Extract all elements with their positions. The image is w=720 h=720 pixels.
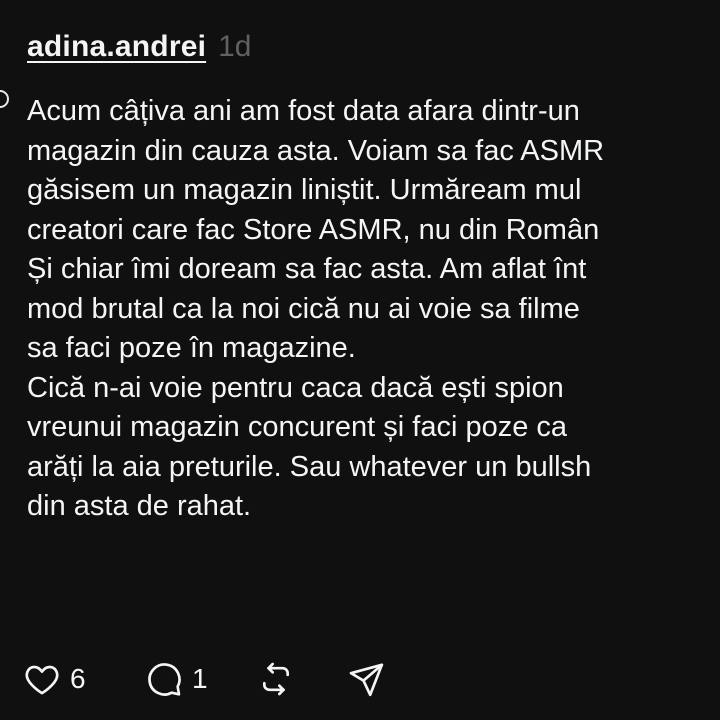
repost-button[interactable]: [256, 659, 346, 699]
post-text-line: din asta de rahat.: [27, 490, 252, 522]
post-text-line: găsisem un magazin liniștit. Urmăream mu…: [27, 174, 582, 206]
post-timestamp: 1d: [218, 30, 252, 63]
post-body: Acum câțiva ani am fost data afara dintr…: [27, 92, 720, 527]
post-text-line: Acum câțiva ani am fost data afara dintr…: [27, 95, 580, 127]
post-text-line: mod brutal ca la noi cică nu ai voie sa …: [27, 292, 580, 325]
speech-bubble-icon: [144, 659, 184, 699]
share-button[interactable]: [346, 659, 396, 699]
reply-button[interactable]: 1: [144, 659, 256, 699]
reply-count: 1: [192, 663, 208, 694]
like-button[interactable]: 6: [22, 659, 144, 699]
like-count: 6: [70, 663, 86, 694]
username-link[interactable]: adina.andrei: [27, 30, 206, 64]
post-text-line: creatori care fac Store ASMR, nu din Rom…: [27, 213, 600, 246]
avatar-edge: [0, 90, 9, 108]
post-header: adina.andrei 1d: [27, 30, 252, 74]
paper-plane-icon: [346, 659, 386, 699]
thread-reply: adina.andrei 1d Acum câțiva ani am fost …: [0, 0, 720, 720]
post-text-line: magazin din cauza asta. Voiam sa fac ASM…: [27, 134, 605, 167]
post-text-line: arăți la aia preturile. Sau whatever un …: [27, 450, 592, 483]
action-bar: 6 1: [22, 656, 396, 702]
repost-arrows-icon: [256, 659, 296, 699]
post-text-line: sa faci poze în magazine.: [27, 332, 356, 364]
post-text-line: Și chiar îmi doream sa fac asta. Am afla…: [27, 253, 587, 285]
post-text-line: vreunui magazin concurent și faci poze c…: [27, 411, 568, 443]
post-text-line: Cică n-ai voie pentru caca dacă ești spi…: [27, 371, 564, 404]
heart-icon: [22, 659, 62, 699]
